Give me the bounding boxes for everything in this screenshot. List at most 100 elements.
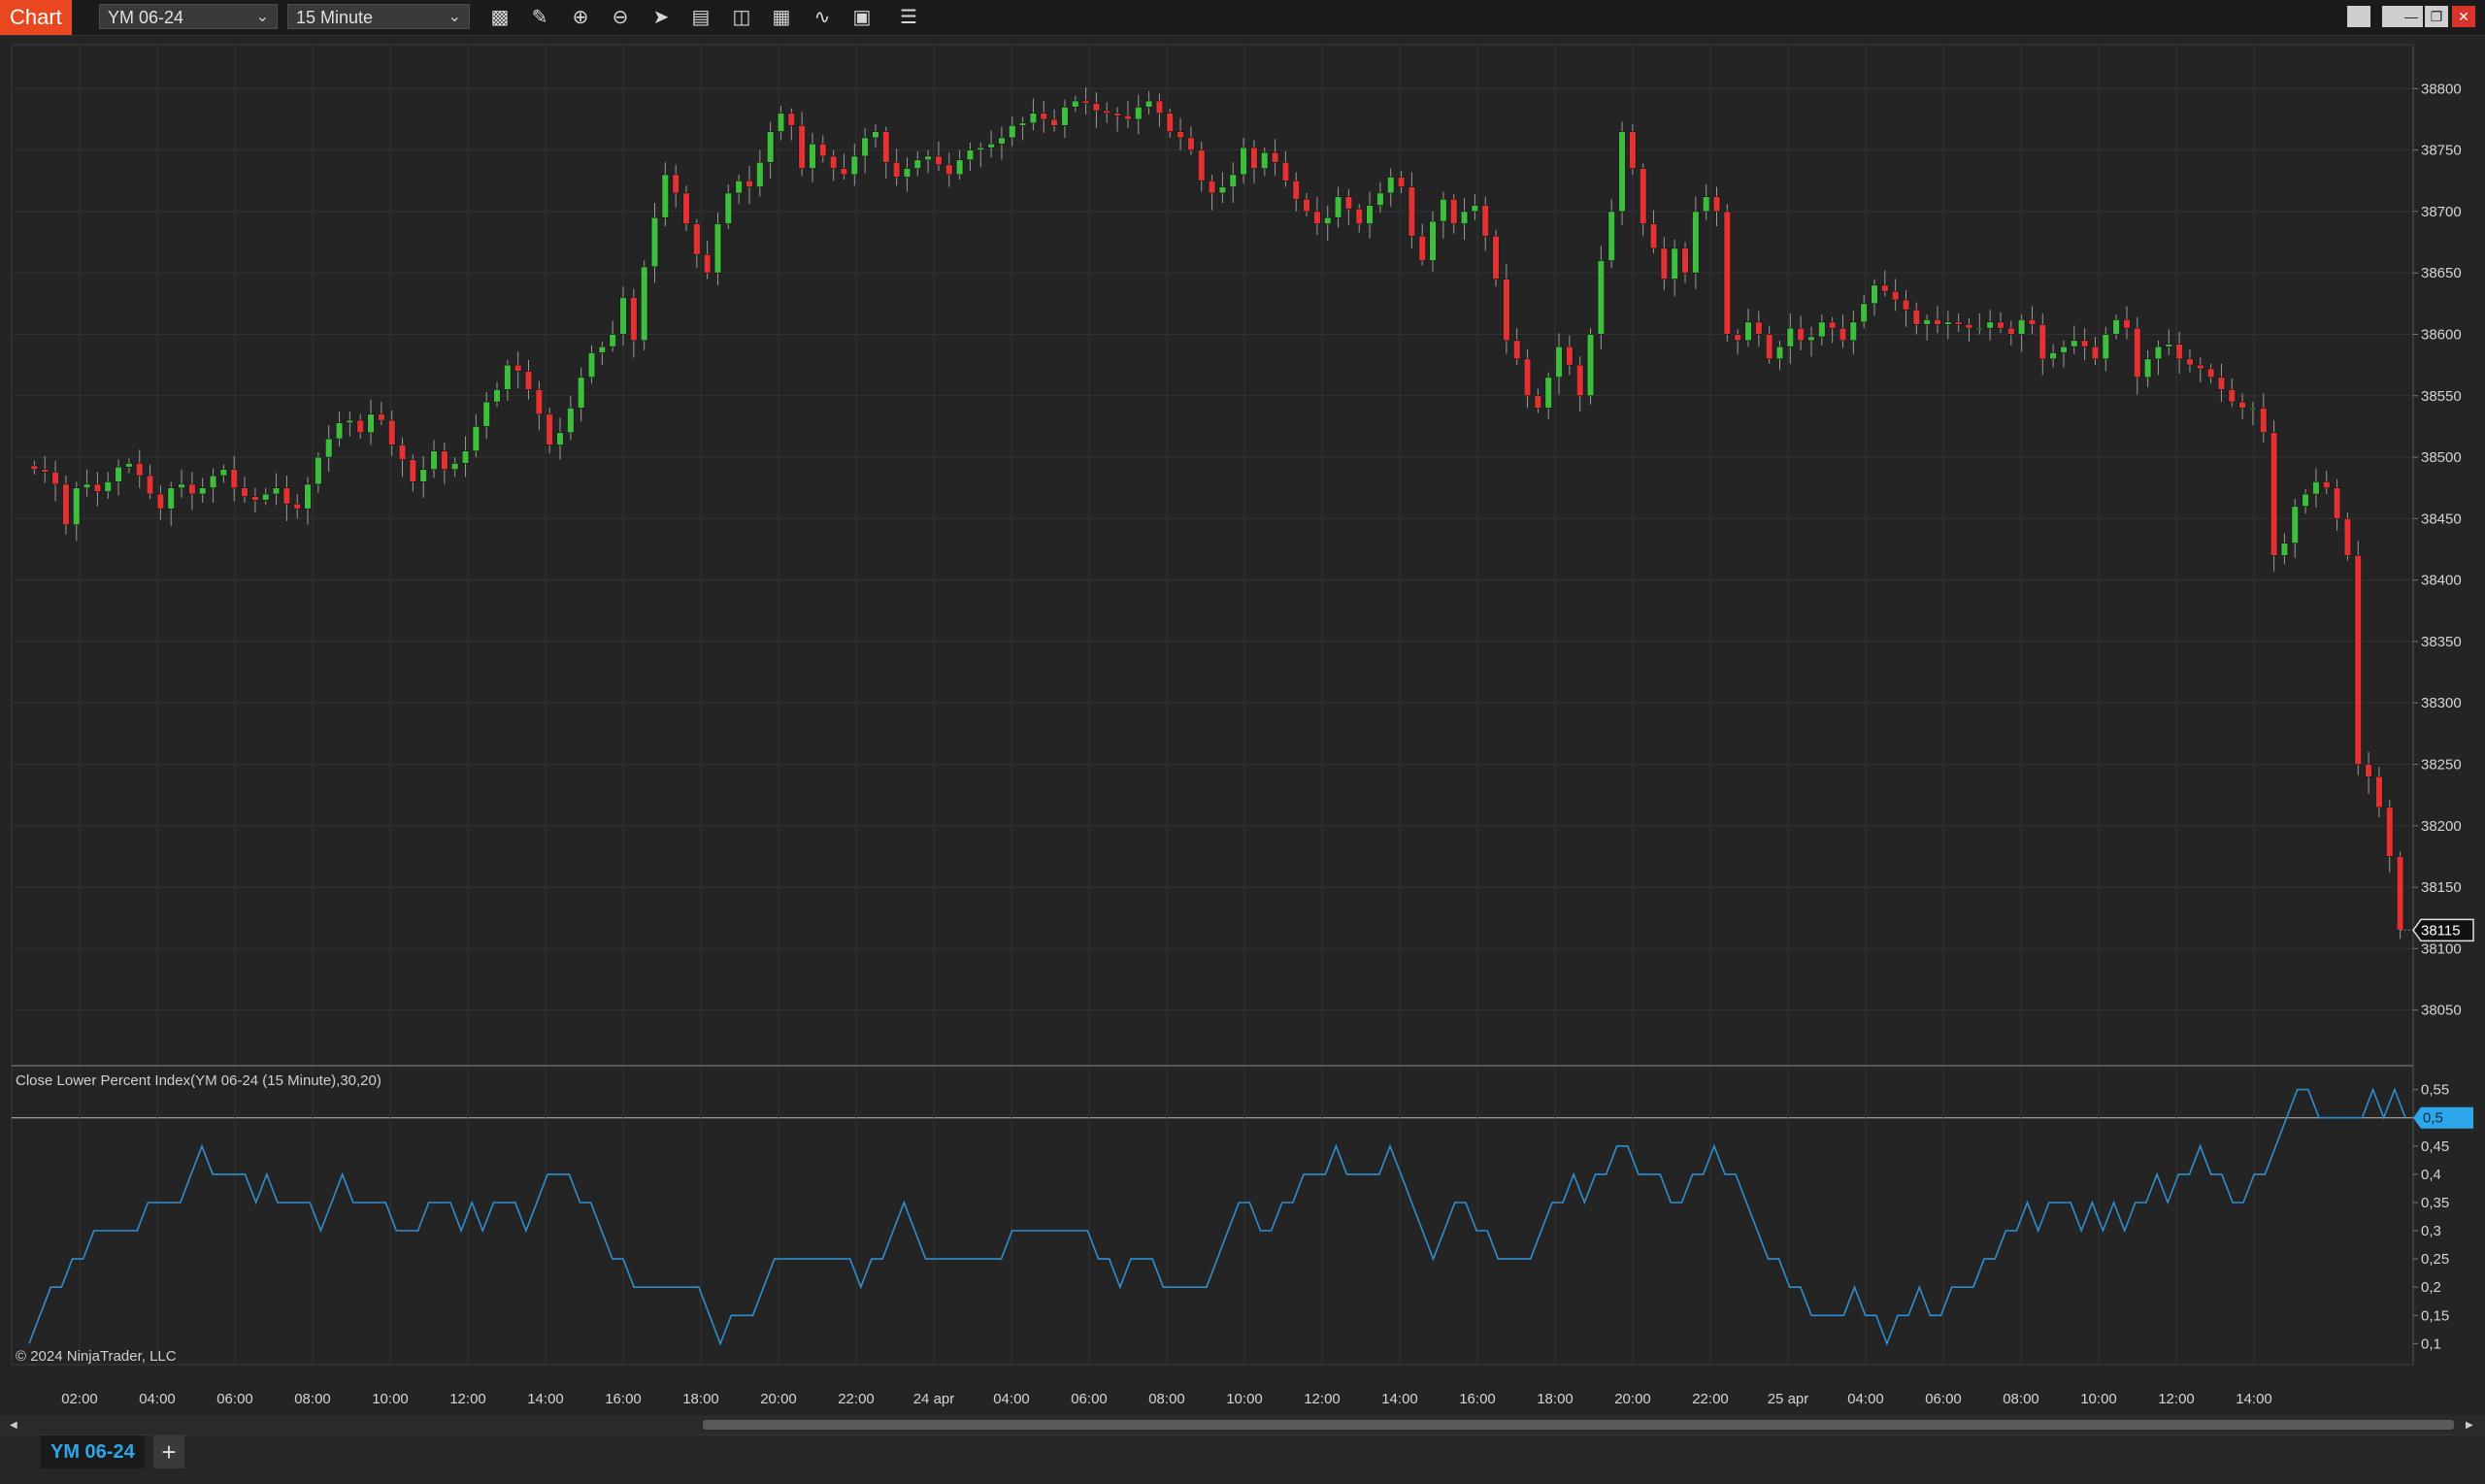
horizontal-scrollbar[interactable]: ◀ ▶ bbox=[0, 1415, 2485, 1435]
candle-body bbox=[819, 143, 827, 157]
candle-body bbox=[809, 143, 816, 169]
candle-body bbox=[945, 164, 953, 176]
candle-body bbox=[2291, 506, 2299, 544]
candle-body bbox=[1975, 327, 1983, 330]
candle-body bbox=[2365, 764, 2372, 777]
price-tick-label: 38800 bbox=[2421, 81, 2462, 97]
time-tick-label: 16:00 bbox=[1459, 1391, 1496, 1407]
time-tick-label: 08:00 bbox=[2003, 1391, 2039, 1407]
candle-body bbox=[1261, 151, 1269, 169]
candle-body bbox=[262, 493, 270, 501]
indicator-tick-label: 0,3 bbox=[2421, 1223, 2441, 1239]
candle-body bbox=[272, 487, 281, 495]
instrument-tab[interactable]: YM 06-24 bbox=[41, 1435, 145, 1468]
candle-body bbox=[1229, 174, 1237, 187]
candle-body bbox=[2228, 389, 2236, 403]
candle-body bbox=[1334, 196, 1342, 218]
candle bbox=[2343, 512, 2352, 561]
instrument-selector[interactable]: YM 06-24 ⌄ bbox=[99, 4, 278, 29]
candle-body bbox=[2175, 344, 2183, 360]
time-tick-label: 20:00 bbox=[1614, 1391, 1651, 1407]
add-tab-button[interactable]: + bbox=[153, 1435, 184, 1468]
candle-body bbox=[682, 192, 690, 224]
zoom-out-icon[interactable]: ⊖ bbox=[606, 4, 635, 31]
candle-body bbox=[441, 450, 448, 471]
pointer-icon[interactable]: ➤ bbox=[646, 4, 676, 31]
properties-icon[interactable]: ▣ bbox=[847, 4, 877, 31]
interval-selector[interactable]: 15 Minute ⌄ bbox=[287, 4, 470, 29]
candle-body bbox=[1681, 247, 1689, 274]
candle-body bbox=[955, 159, 964, 176]
drawing-tool-icon[interactable]: ✎ bbox=[525, 4, 554, 31]
zoom-in-icon[interactable]: ⊕ bbox=[566, 4, 595, 31]
chart-title-tab[interactable]: Chart bbox=[0, 0, 72, 35]
candle-body bbox=[1902, 299, 1910, 311]
candle-body bbox=[1303, 198, 1310, 213]
strategies-icon[interactable]: ▦ bbox=[767, 4, 796, 31]
candle-body bbox=[1818, 321, 1826, 338]
price-tick-label: 38150 bbox=[2421, 879, 2462, 896]
tile-icon[interactable] bbox=[2347, 6, 2370, 27]
candle-body bbox=[546, 413, 553, 445]
candle-body bbox=[2302, 493, 2309, 507]
candle-body bbox=[1187, 137, 1195, 150]
list-icon[interactable]: ☰ bbox=[894, 4, 923, 31]
candle-body bbox=[1766, 334, 1773, 360]
candle-body bbox=[1934, 318, 1941, 325]
candle-body bbox=[1471, 205, 1479, 213]
candle-body bbox=[1775, 346, 1784, 360]
candle bbox=[2354, 541, 2362, 775]
bar-type-icon[interactable]: ▩ bbox=[485, 4, 514, 31]
time-tick-label: 06:00 bbox=[1071, 1391, 1108, 1407]
scroll-left-icon[interactable]: ◀ bbox=[10, 1420, 17, 1431]
candle-body bbox=[924, 155, 932, 161]
candle-body bbox=[378, 413, 385, 421]
indicators-icon[interactable]: ◫ bbox=[727, 4, 756, 31]
data-box-icon[interactable]: ▤ bbox=[686, 4, 715, 31]
time-tick-label: 12:00 bbox=[449, 1391, 486, 1407]
restore-icon[interactable]: ❐ bbox=[2425, 6, 2448, 27]
candle-body bbox=[672, 174, 679, 194]
price-tick-label: 38250 bbox=[2421, 757, 2462, 774]
candle-body bbox=[966, 149, 975, 161]
price-tick-label: 38550 bbox=[2421, 388, 2462, 405]
candle-body bbox=[756, 161, 764, 187]
candle-body bbox=[1492, 235, 1500, 280]
candle-body bbox=[1881, 284, 1889, 292]
candle-body bbox=[1891, 290, 1900, 301]
candle-body bbox=[1113, 113, 1121, 116]
candle-body bbox=[1292, 180, 1300, 200]
scroll-thumb[interactable] bbox=[703, 1420, 2454, 1430]
indicator-tick-label: 0,4 bbox=[2421, 1167, 2441, 1183]
candle-body bbox=[2206, 368, 2215, 379]
candle-body bbox=[2312, 481, 2320, 495]
price-tick-label: 38500 bbox=[2421, 449, 2462, 466]
candle-body bbox=[1786, 327, 1794, 347]
candle-body bbox=[304, 483, 312, 510]
candle-body bbox=[1135, 107, 1143, 120]
candle-body bbox=[2386, 807, 2394, 857]
price-tick-label: 38200 bbox=[2421, 818, 2462, 835]
chart-trader-icon[interactable]: ∿ bbox=[808, 4, 837, 31]
candle-body bbox=[1418, 235, 1426, 261]
candle-body bbox=[1240, 147, 1247, 176]
candle-body bbox=[1366, 205, 1374, 224]
price-axis: 38050 38100 38150 38200 38250 38300 38350 38400… bbox=[2413, 81, 2462, 1019]
time-tick-label: 10:00 bbox=[372, 1391, 409, 1407]
price-tick-label: 38350 bbox=[2421, 634, 2462, 650]
scroll-right-icon[interactable]: ▶ bbox=[2466, 1420, 2473, 1431]
close-icon[interactable]: ✕ bbox=[2452, 6, 2475, 27]
price-tick-label: 38450 bbox=[2421, 511, 2462, 527]
candle-body bbox=[2270, 432, 2278, 556]
candle-body bbox=[1797, 327, 1805, 342]
candle-body bbox=[1586, 334, 1595, 397]
minimize-icon[interactable]: — bbox=[2400, 6, 2423, 27]
candle-body bbox=[713, 223, 722, 274]
price-tick-label: 38750 bbox=[2421, 143, 2462, 159]
candle-body bbox=[115, 466, 122, 482]
chart-canvas[interactable]: 38050 38100 38150 38200 38250 38300 38350 38400… bbox=[0, 35, 2485, 1415]
candle-body bbox=[30, 465, 39, 471]
candle-body bbox=[241, 487, 248, 497]
candle-body bbox=[1954, 321, 1963, 325]
candle-body bbox=[1040, 113, 1047, 120]
